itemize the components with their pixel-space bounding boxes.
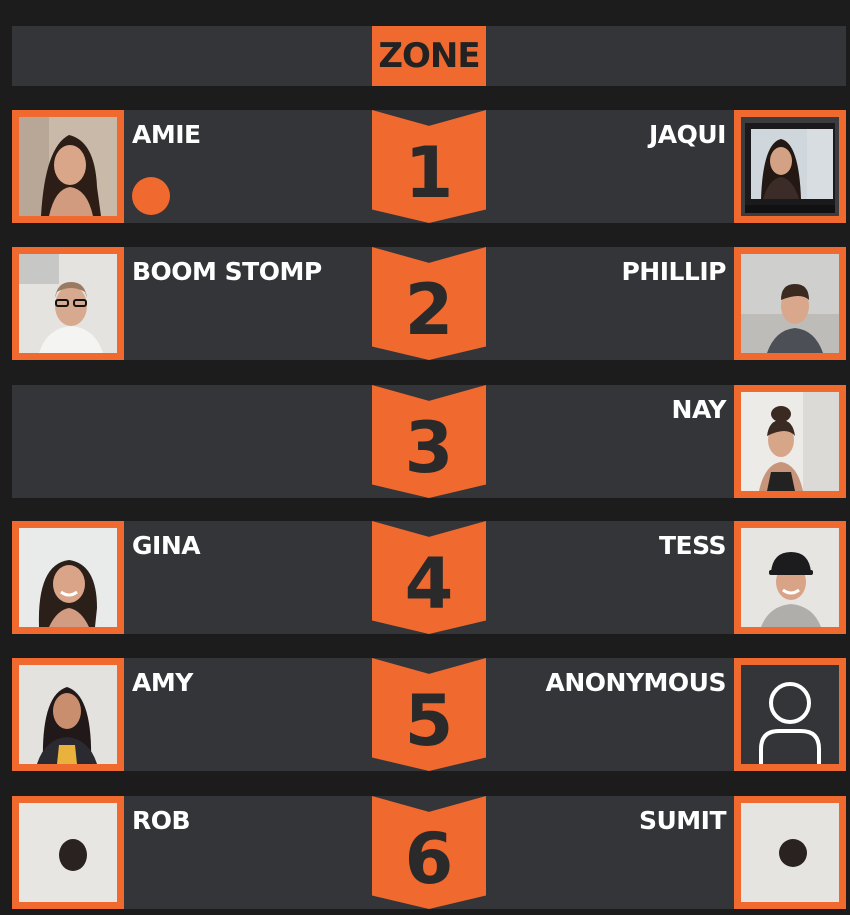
participant-avatar-boom-stomp[interactable] <box>12 247 124 360</box>
zone-row-1: AMIE 1 JAQUI <box>0 110 850 223</box>
zone-row-3: 3 NAY <box>0 385 850 498</box>
participant-avatar-nay[interactable] <box>734 385 846 498</box>
man-dark-hair-photo <box>741 254 839 353</box>
zone-number: 4 <box>404 542 454 625</box>
zone-number: 1 <box>404 131 454 214</box>
participant-avatar-anonymous[interactable] <box>734 658 846 771</box>
participant-name: AMY <box>132 668 193 697</box>
zone-number: 2 <box>404 268 454 351</box>
participant-name: TESS <box>658 531 727 560</box>
participant-name: ROB <box>132 806 191 835</box>
zone-title: ZONE <box>372 26 486 86</box>
participant-avatar-amie[interactable] <box>12 110 124 223</box>
participant-name: GINA <box>132 531 201 560</box>
zone-row-2: BOOM STOMP 2 PHILLIP <box>0 247 850 360</box>
participant-name: AMIE <box>132 120 201 149</box>
participant-avatar-sumit[interactable] <box>734 796 846 909</box>
woman-at-monitor-photo <box>741 117 839 216</box>
participant-avatar-rob[interactable] <box>12 796 124 909</box>
zone-number: 3 <box>404 406 454 489</box>
woman-smiling-photo <box>741 392 839 491</box>
zone-row-5: AMY 5 ANONYMOUS <box>0 658 850 771</box>
status-dot <box>132 177 170 215</box>
zone-number: 6 <box>404 817 454 900</box>
woman-dark-hair-photo <box>19 117 117 216</box>
participant-avatar-phillip[interactable] <box>734 247 846 360</box>
participant-name: NAY <box>671 395 727 424</box>
user-icon <box>741 665 839 764</box>
participant-name: BOOM STOMP <box>132 257 322 286</box>
participant-avatar-amy[interactable] <box>12 658 124 771</box>
participant-avatar-tess[interactable] <box>734 521 846 634</box>
participant-avatar-jaqui[interactable] <box>734 110 846 223</box>
zone-row-4: GINA 4 TESS <box>0 521 850 634</box>
participant-name: JAQUI <box>648 120 727 149</box>
man-photo <box>741 803 839 902</box>
participant-name: ANONYMOUS <box>545 668 727 697</box>
man-glasses-photo <box>19 254 117 353</box>
woman-yellow-top-photo <box>19 665 117 764</box>
participant-avatar-gina[interactable] <box>12 521 124 634</box>
woman-cap-photo <box>741 528 839 627</box>
participant-name: PHILLIP <box>621 257 726 286</box>
zone-number: 5 <box>404 679 454 762</box>
participant-name: SUMIT <box>638 806 727 835</box>
zone-row-6: ROB 6 SUMIT <box>0 796 850 909</box>
woman-smiling-outdoor-photo <box>19 528 117 627</box>
man-photo <box>19 803 117 902</box>
